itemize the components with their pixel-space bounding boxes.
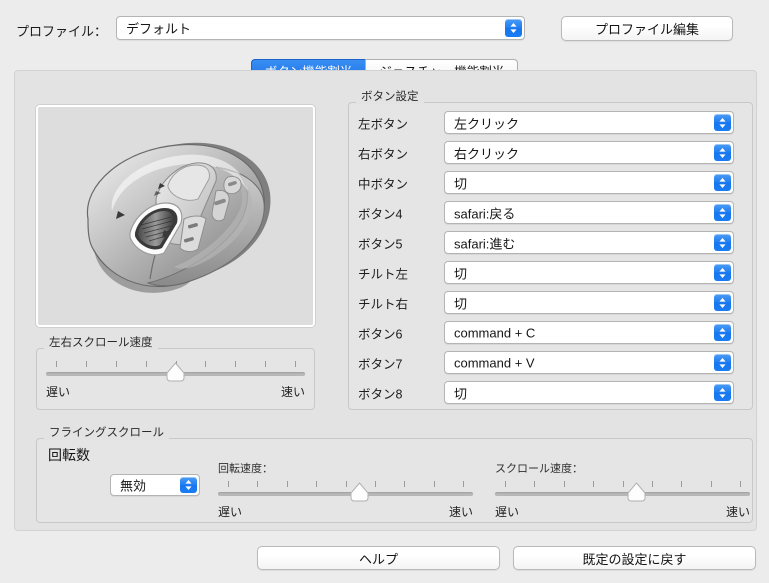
button-assignment-value: command + C <box>454 325 536 340</box>
button-assignment-value: command + V <box>454 355 535 370</box>
chevron-updown-icon[interactable] <box>714 204 731 221</box>
horizontal-scroll-group-title: 左右スクロール速度 <box>44 334 158 350</box>
button-assignment-value: 右クリック <box>454 146 520 161</box>
mouse-preview-image <box>36 105 315 327</box>
button-assignment-select[interactable]: safari:進む <box>444 231 734 254</box>
slider-ticks <box>218 481 473 487</box>
button-assignment-row: チルト右 切 <box>348 288 753 318</box>
slider-min-label: 遅い <box>218 505 243 519</box>
help-button[interactable]: ヘルプ <box>257 546 500 570</box>
button-assignment-label: チルト右 <box>358 297 409 312</box>
button-assignment-select[interactable]: 右クリック <box>444 141 734 164</box>
button-assignment-select[interactable]: 切 <box>444 171 734 194</box>
slider-thumb[interactable] <box>627 482 646 502</box>
button-assignment-row: ボタン6 command + C <box>348 318 753 348</box>
button-settings-group-title: ボタン設定 <box>356 88 424 104</box>
rotation-count-select[interactable]: 無効 <box>110 474 200 496</box>
rotation-count-value: 無効 <box>120 478 147 494</box>
button-assignment-label: チルト左 <box>358 267 409 282</box>
slider-min-label: 遅い <box>495 505 520 519</box>
button-assignment-value: safari:進む <box>454 236 516 251</box>
button-assignment-label: 左ボタン <box>358 117 409 132</box>
button-assignment-row: 右ボタン 右クリック <box>348 138 753 168</box>
profile-select-value: デフォルト <box>126 21 192 37</box>
button-assignment-row: 左ボタン 左クリック <box>348 108 753 138</box>
rotation-speed-caption: 回転速度： <box>218 463 273 475</box>
edit-profile-button[interactable]: プロファイル編集 <box>561 16 733 41</box>
button-assignment-value: 左クリック <box>454 116 520 131</box>
chevron-updown-icon[interactable] <box>714 264 731 281</box>
button-assignment-select[interactable]: 切 <box>444 261 734 284</box>
profile-select[interactable]: デフォルト <box>116 16 525 40</box>
slider-thumb[interactable] <box>166 362 185 382</box>
button-assignment-row: チルト左 切 <box>348 258 753 288</box>
button-assignment-row: ボタン5 safari:進む <box>348 228 753 258</box>
button-assignment-select[interactable]: safari:戻る <box>444 201 734 224</box>
chevron-updown-icon[interactable] <box>714 324 731 341</box>
chevron-updown-icon[interactable] <box>180 477 197 493</box>
button-assignment-label: ボタン8 <box>358 387 403 402</box>
button-assignment-value: 切 <box>454 176 468 191</box>
button-assignment-row: 中ボタン 切 <box>348 168 753 198</box>
button-assignment-select[interactable]: 切 <box>444 291 734 314</box>
button-assignment-row: ボタン7 command + V <box>348 348 753 378</box>
slider-max-label: 速い <box>280 385 305 399</box>
button-assignment-label: ボタン4 <box>358 207 403 222</box>
chevron-updown-icon[interactable] <box>714 174 731 191</box>
slider-max-label: 速い <box>725 505 750 519</box>
flying-scroll-group-title: フライングスクロール <box>44 424 169 440</box>
slider-max-label: 速い <box>448 505 473 519</box>
button-assignment-value: 切 <box>454 386 468 401</box>
chevron-updown-icon[interactable] <box>505 19 522 37</box>
button-assignment-select[interactable]: command + V <box>444 351 734 374</box>
button-assignment-value: safari:戻る <box>454 206 516 221</box>
chevron-updown-icon[interactable] <box>714 234 731 251</box>
button-assignment-row: ボタン4 safari:戻る <box>348 198 753 228</box>
slider-thumb[interactable] <box>350 482 369 502</box>
scroll-speed-caption: スクロール速度： <box>495 463 583 475</box>
button-assignment-label: ボタン7 <box>358 357 403 372</box>
button-assignment-select[interactable]: command + C <box>444 321 734 344</box>
chevron-updown-icon[interactable] <box>714 144 731 161</box>
button-assignment-label: 中ボタン <box>358 177 409 192</box>
button-assignment-label: ボタン5 <box>358 237 403 252</box>
slider-min-label: 遅い <box>46 385 71 399</box>
chevron-updown-icon[interactable] <box>714 294 731 311</box>
slider-ticks <box>495 481 750 487</box>
button-assignment-row: ボタン8 切 <box>348 378 753 408</box>
slider-track <box>218 492 473 496</box>
button-assignment-value: 切 <box>454 296 468 311</box>
button-assignment-select[interactable]: 切 <box>444 381 734 404</box>
profile-label: プロファイル： <box>16 24 108 39</box>
slider-track <box>495 492 750 496</box>
button-assignment-select[interactable]: 左クリック <box>444 111 734 134</box>
button-assignment-label: 右ボタン <box>358 147 409 162</box>
button-assignment-value: 切 <box>454 266 468 281</box>
chevron-updown-icon[interactable] <box>714 384 731 401</box>
restore-defaults-button[interactable]: 既定の設定に戻す <box>513 546 756 570</box>
button-assignment-label: ボタン6 <box>358 327 403 342</box>
chevron-updown-icon[interactable] <box>714 354 731 371</box>
chevron-updown-icon[interactable] <box>714 114 731 131</box>
rotation-count-label: 回転数 <box>48 447 90 463</box>
profile-row: プロファイル： デフォルト プロファイル編集 <box>0 0 769 52</box>
